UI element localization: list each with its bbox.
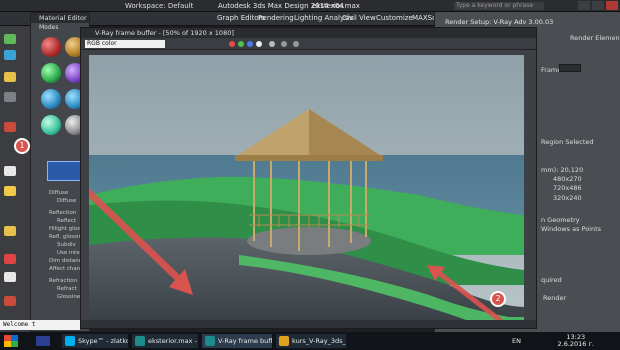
task-skype[interactable]: Skype™ - zlatkov... (62, 334, 128, 348)
window-controls (578, 1, 618, 10)
tool-icon[interactable] (4, 72, 16, 82)
region-label: Region Selected (541, 138, 594, 146)
material-slot[interactable] (41, 37, 61, 57)
resolution-label: mm): 20,120 (541, 166, 584, 174)
tool-icon[interactable] (4, 122, 16, 132)
res-preset[interactable]: 320x240 (553, 194, 582, 202)
render-button[interactable]: Render (543, 294, 566, 302)
rendered-scene (89, 55, 524, 321)
close-button[interactable] (606, 1, 618, 10)
tool-icon[interactable] (4, 272, 16, 282)
task-chrome[interactable]: kurs_V-Ray_3ds_... (276, 334, 346, 348)
tool-icon[interactable] (4, 92, 16, 102)
geometry-option[interactable]: n Geometry (541, 216, 580, 224)
maxscript-listener[interactable]: Welcome t (0, 320, 80, 330)
material-editor-title: Material Editor - voda (31, 13, 89, 23)
blue-channel-icon[interactable] (247, 41, 253, 47)
res-preset[interactable]: 480x270 (553, 175, 582, 183)
frame-buffer-toolbar: RGB color (81, 38, 536, 50)
alpha-channel-icon[interactable] (256, 41, 262, 47)
vray-icon (205, 336, 215, 346)
task-vray-frame-buffer[interactable]: V-Ray frame buff... (202, 334, 272, 348)
red-channel-icon[interactable] (229, 41, 235, 47)
render-setup-title: Render Setup: V-Ray Adv 3.00.03 (445, 18, 554, 26)
tab-render-elements[interactable]: Render Elements (570, 34, 620, 42)
frame-buffer-status-bar (81, 320, 536, 328)
frame-buffer-title: V-Ray frame buffer - [50% of 1920 x 1080… (81, 28, 536, 38)
green-channel-icon[interactable] (238, 41, 244, 47)
tool-icon[interactable] (4, 254, 16, 264)
workspace-selector[interactable]: Workspace: Default (125, 2, 193, 10)
app-title-bar: Workspace: Default Autodesk 3ds Max Desi… (0, 0, 620, 12)
param-diffuse: Diffuse (49, 190, 69, 196)
quired-label: quired (541, 276, 562, 284)
minimize-button[interactable] (578, 1, 590, 10)
clock[interactable]: 13:23 2.6.2016 г. (558, 334, 595, 348)
render-image (89, 55, 524, 321)
material-slot[interactable] (41, 115, 61, 135)
taskbar: Skype™ - zlatkov... eksterior.max - A...… (0, 332, 620, 350)
res-preset[interactable]: 720x486 (553, 184, 582, 192)
material-slot[interactable] (41, 89, 61, 109)
skype-icon (65, 336, 75, 346)
param-hilight: Hilight gloss (49, 226, 83, 232)
frame-field[interactable] (559, 64, 581, 72)
maximize-button[interactable] (592, 1, 604, 10)
material-slot[interactable] (41, 63, 61, 83)
task-3dsmax[interactable]: eksterior.max - A... (132, 334, 198, 348)
3dsmax-icon (135, 336, 145, 346)
param-diffuse-sub: Diffuse (57, 198, 77, 204)
chrome-icon (279, 336, 289, 346)
param-refract: Refract (57, 286, 77, 292)
windows-option[interactable]: Windows as Points (541, 225, 601, 233)
param-refraction: Refraction (49, 278, 78, 284)
tool-icon[interactable] (4, 50, 16, 60)
param-reflect: Reflect (57, 218, 76, 224)
start-button[interactable] (4, 335, 18, 347)
tool-icon[interactable] (4, 226, 16, 236)
search-input[interactable]: Type a keyword or phrase (454, 2, 544, 10)
annotation-marker-2: 2 (490, 291, 506, 307)
clock-date: 2.6.2016 г. (557, 340, 595, 348)
channel-select[interactable]: RGB color (85, 40, 165, 48)
tool-icon[interactable] (4, 34, 16, 44)
vray-frame-buffer-window: V-Ray frame buffer - [50% of 1920 x 1080… (80, 27, 537, 329)
tool-icon[interactable] (4, 166, 16, 176)
annotation-marker-1: 1 (14, 138, 30, 154)
sun-icon[interactable] (4, 186, 16, 196)
file-name: eksterior.max (312, 2, 360, 10)
tool-icon[interactable] (4, 296, 16, 306)
gazebo-platform (247, 227, 371, 255)
save-icon[interactable] (281, 41, 287, 47)
param-subdiv: Subdiv (57, 242, 76, 248)
clear-icon[interactable] (293, 41, 299, 47)
menu-rendering[interactable]: Rendering (258, 14, 294, 22)
flag-icon (36, 336, 50, 346)
menu-civil-view[interactable]: Civil View (342, 14, 376, 22)
menu-modes[interactable]: Modes (39, 24, 58, 31)
mono-icon[interactable] (269, 41, 275, 47)
language-indicator[interactable]: EN (512, 337, 521, 345)
param-reflection: Reflection (49, 210, 77, 216)
menu-customize[interactable]: Customize (376, 14, 413, 22)
